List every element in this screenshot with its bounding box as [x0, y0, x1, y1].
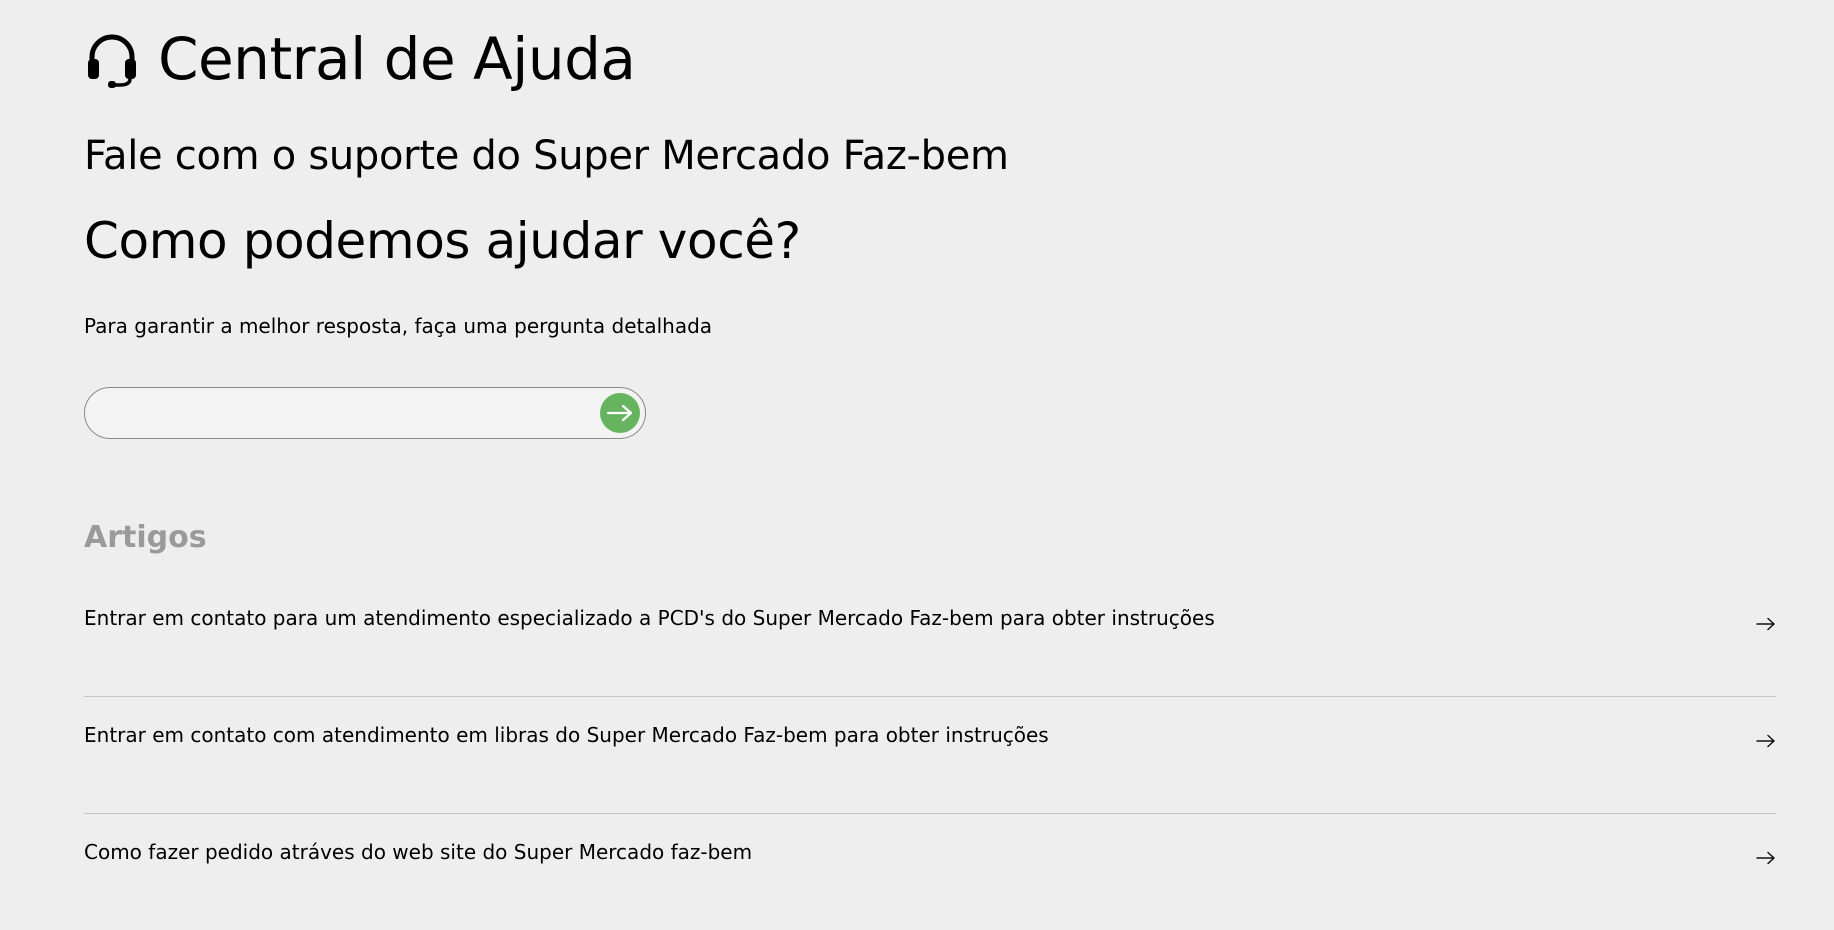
article-item[interactable]: Entrar em contato com atendimento em lib…: [84, 697, 1776, 814]
arrow-right-icon: [1756, 734, 1775, 748]
arrow-right-icon: [1756, 617, 1775, 631]
headset-icon: [84, 29, 140, 89]
article-title: Entrar em contato para um atendimento es…: [84, 606, 1215, 630]
search-input[interactable]: [105, 396, 579, 432]
page-header: Central de Ajuda: [84, 22, 636, 96]
arrow-right-icon: [606, 404, 633, 422]
article-item[interactable]: Como fazer pedido atráves do web site do…: [84, 814, 1776, 930]
article-item[interactable]: Entrar em contato para um atendimento es…: [84, 580, 1776, 697]
articles-heading: Artigos: [84, 520, 207, 555]
search-hint: Para garantir a melhor resposta, faça um…: [84, 314, 713, 338]
articles-list: Entrar em contato para um atendimento es…: [84, 580, 1776, 930]
article-title: Entrar em contato com atendimento em lib…: [84, 723, 1049, 747]
support-subtitle: Fale com o suporte do Super Mercado Faz-…: [84, 133, 1009, 179]
article-title: Como fazer pedido atráves do web site do…: [84, 840, 753, 864]
arrow-right-icon: [1756, 851, 1775, 865]
help-question-heading: Como podemos ajudar você?: [84, 212, 801, 270]
search-box: [84, 387, 646, 439]
search-submit-button[interactable]: [600, 393, 640, 433]
page-title: Central de Ajuda: [158, 25, 636, 93]
